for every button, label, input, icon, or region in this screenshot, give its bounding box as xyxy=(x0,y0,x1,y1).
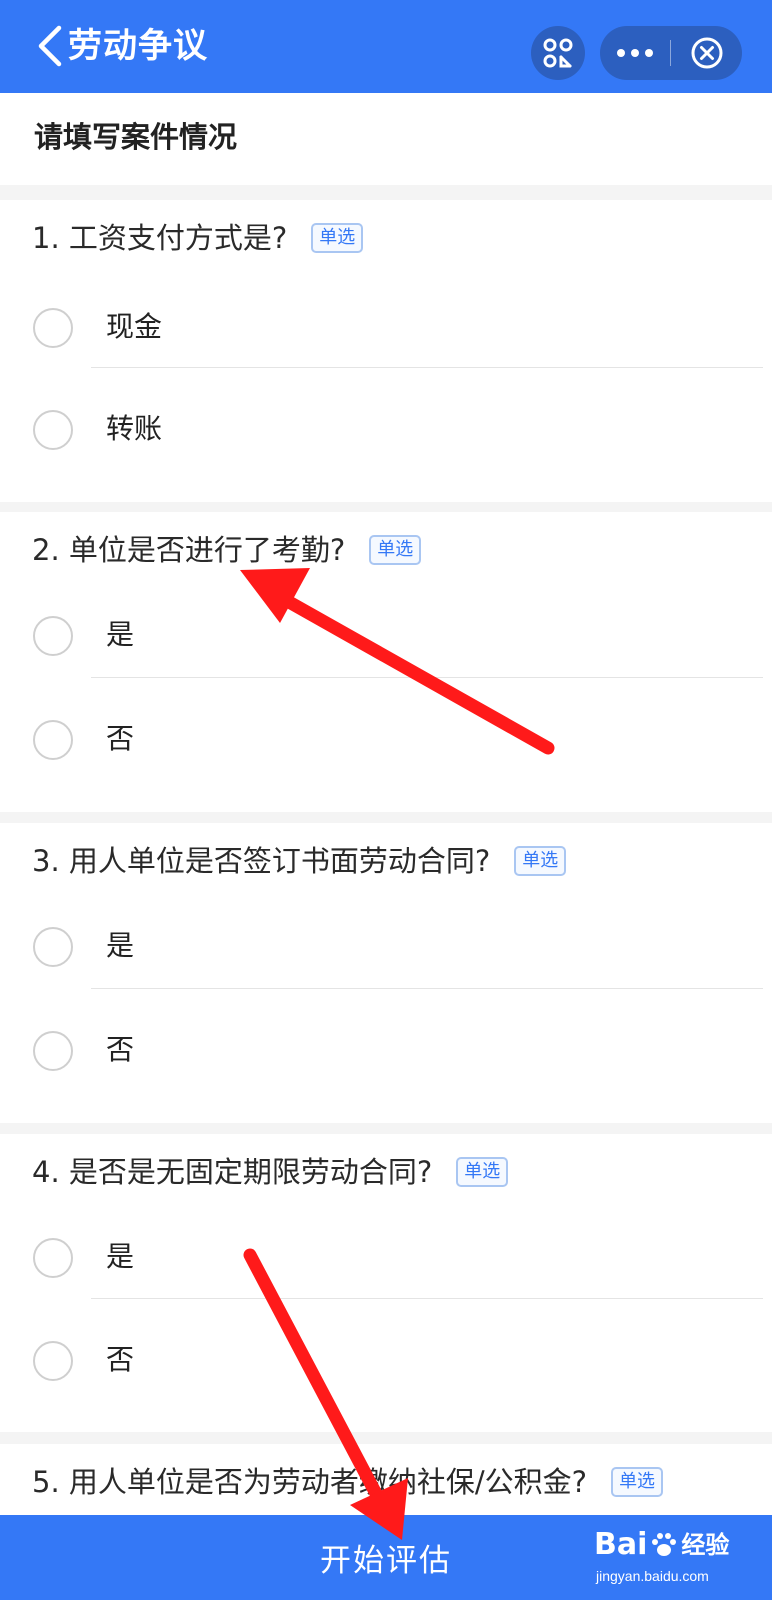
more-button[interactable] xyxy=(600,26,670,80)
single-choice-badge: 单选 xyxy=(611,1467,664,1497)
question-text: 5. 用人单位是否为劳动者缴纳社保/公积金? xyxy=(32,1465,588,1499)
more-dots-icon xyxy=(617,49,653,57)
close-circle-icon xyxy=(691,37,723,69)
question-title: 4. 是否是无固定期限劳动合同? 单选 xyxy=(32,1154,509,1190)
question-card: 3. 用人单位是否签订书面劳动合同? 单选 是 否 xyxy=(0,823,772,1123)
question-title: 2. 单位是否进行了考勤? 单选 xyxy=(32,532,422,568)
single-choice-badge: 单选 xyxy=(456,1157,509,1187)
start-assessment-button[interactable]: 开始评估 xyxy=(0,1515,772,1600)
option-item[interactable]: 现金 xyxy=(0,276,772,378)
radio-button[interactable] xyxy=(33,1341,73,1381)
back-button[interactable] xyxy=(30,22,70,70)
radio-button[interactable] xyxy=(33,1238,73,1278)
option-label: 转账 xyxy=(106,412,163,445)
option-item[interactable]: 是 xyxy=(0,584,772,686)
capsule-divider xyxy=(670,40,671,66)
option-label: 是 xyxy=(106,618,135,651)
divider xyxy=(91,1298,763,1299)
question-card: 4. 是否是无固定期限劳动合同? 单选 是 否 xyxy=(0,1134,772,1432)
question-text: 4. 是否是无固定期限劳动合同? xyxy=(32,1155,433,1189)
option-label: 否 xyxy=(106,722,135,755)
option-label: 是 xyxy=(106,1240,135,1273)
radio-button[interactable] xyxy=(33,616,73,656)
single-choice-badge: 单选 xyxy=(514,846,567,876)
option-label: 是 xyxy=(106,929,135,962)
top-navigation-bar: 劳动争议 xyxy=(0,0,772,93)
question-title: 3. 用人单位是否签订书面劳动合同? 单选 xyxy=(32,843,567,879)
divider xyxy=(91,677,763,678)
option-item[interactable]: 是 xyxy=(0,1206,772,1308)
question-text: 3. 用人单位是否签订书面劳动合同? xyxy=(32,844,491,878)
question-title: 1. 工资支付方式是? 单选 xyxy=(32,220,364,256)
option-item[interactable]: 否 xyxy=(0,999,772,1101)
question-title: 5. 用人单位是否为劳动者缴纳社保/公积金? 单选 xyxy=(32,1464,664,1500)
mini-program-capsule xyxy=(600,26,742,80)
radio-button[interactable] xyxy=(33,308,73,348)
option-label: 否 xyxy=(106,1343,135,1376)
page-title: 劳动争议 xyxy=(68,26,208,66)
radio-button[interactable] xyxy=(33,927,73,967)
single-choice-badge: 单选 xyxy=(369,535,422,565)
divider xyxy=(91,367,763,368)
option-label: 现金 xyxy=(106,310,163,343)
scan-button[interactable] xyxy=(531,26,585,80)
option-item[interactable]: 是 xyxy=(0,895,772,997)
form-heading: 请填写案件情况 xyxy=(34,120,238,154)
option-item[interactable]: 否 xyxy=(0,688,772,790)
form-header: 请填写案件情况 xyxy=(0,93,772,185)
close-button[interactable] xyxy=(672,26,742,80)
divider xyxy=(91,988,763,989)
question-card: 2. 单位是否进行了考勤? 单选 是 否 xyxy=(0,512,772,812)
question-text: 2. 单位是否进行了考勤? xyxy=(32,533,346,567)
chevron-left-icon xyxy=(38,25,62,67)
option-label: 否 xyxy=(106,1033,135,1066)
question-text: 1. 工资支付方式是? xyxy=(32,221,288,255)
question-card: 1. 工资支付方式是? 单选 现金 转账 xyxy=(0,200,772,502)
option-item[interactable]: 否 xyxy=(0,1309,772,1411)
radio-button[interactable] xyxy=(33,410,73,450)
radio-button[interactable] xyxy=(33,720,73,760)
scan-icon xyxy=(543,38,573,68)
radio-button[interactable] xyxy=(33,1031,73,1071)
option-item[interactable]: 转账 xyxy=(0,378,772,480)
single-choice-badge: 单选 xyxy=(311,223,364,253)
